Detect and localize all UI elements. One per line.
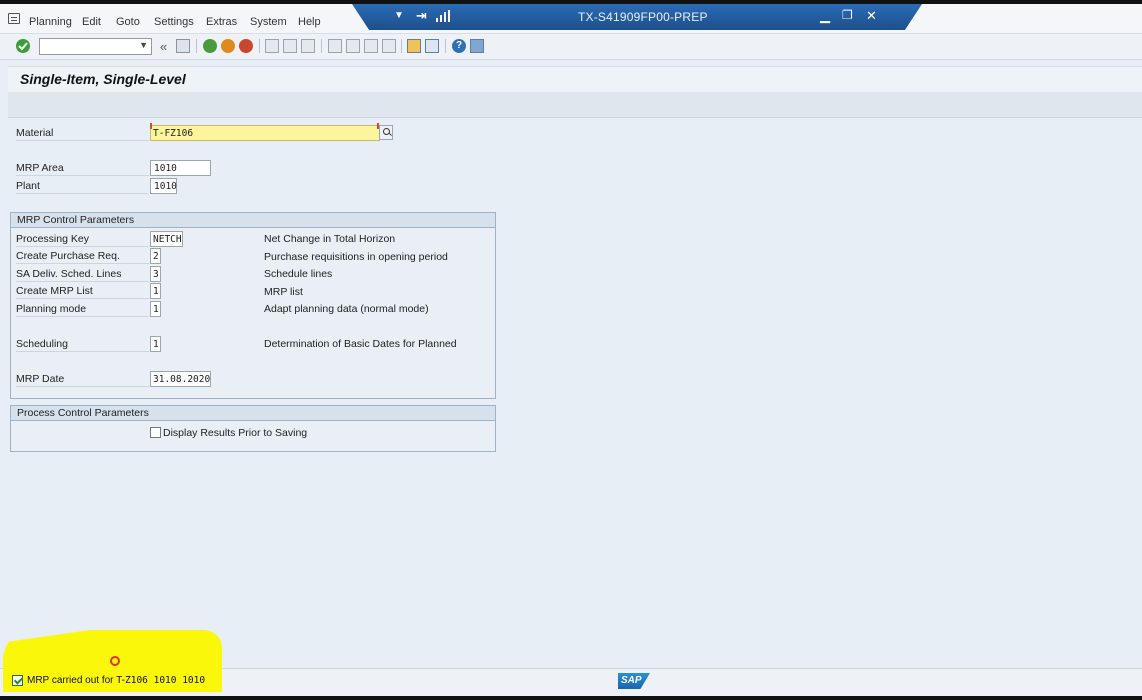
cancel-icon[interactable] (239, 39, 253, 53)
application-toolbar (8, 92, 1142, 118)
next-page-icon[interactable] (364, 39, 378, 53)
processing-key-label: Processing Key (16, 231, 149, 247)
collapse-icon[interactable]: « (160, 39, 167, 54)
planning-mode-input[interactable]: 1 (150, 301, 161, 317)
menu-edit[interactable]: Edit (82, 16, 101, 28)
create-purchase-req-input[interactable]: 2 (150, 248, 161, 264)
menu-goto[interactable]: Goto (116, 16, 140, 28)
menu-planning[interactable]: Planning (29, 16, 72, 28)
cursor-indicator (110, 656, 120, 666)
print-icon[interactable] (265, 39, 279, 53)
sa-deliv-sched-lines-description: Schedule lines (264, 268, 333, 280)
layout-menu-icon[interactable] (470, 39, 484, 53)
mrp-area-input[interactable]: 1010 (150, 160, 211, 176)
help-icon[interactable]: ? (452, 39, 466, 53)
status-message-prefix: MRP carried out for T- (27, 675, 125, 686)
processing-key-description: Net Change in Total Horizon (264, 233, 396, 245)
display-results-checkbox[interactable] (150, 427, 161, 438)
required-marker (150, 123, 152, 129)
exit-icon[interactable] (221, 39, 235, 53)
material-label: Material (16, 125, 149, 141)
restore-icon[interactable]: ❐ (842, 8, 853, 22)
scheduling-description: Determination of Basic Dates for Planned (264, 338, 457, 350)
display-results-label: Display Results Prior to Saving (163, 427, 308, 439)
find-icon[interactable] (283, 39, 297, 53)
create-mrp-list-label: Create MRP List (16, 283, 149, 299)
chevron-down-icon[interactable]: ▼ (139, 40, 148, 50)
page-title: Single-Item, Single-Level (20, 71, 186, 87)
shortcut-icon[interactable] (425, 39, 439, 53)
scheduling-input[interactable]: 1 (150, 336, 161, 352)
find-next-icon[interactable] (301, 39, 315, 53)
page-header: Single-Item, Single-Level (8, 66, 1142, 92)
new-session-icon[interactable] (407, 39, 421, 53)
menu-extras[interactable]: Extras (206, 16, 237, 28)
sa-deliv-sched-lines-input[interactable]: 3 (150, 266, 161, 282)
enter-icon[interactable] (16, 39, 30, 53)
planning-mode-label: Planning mode (16, 301, 149, 317)
material-input[interactable]: T-FZ106 (150, 125, 380, 141)
plant-input[interactable]: 1010 (150, 178, 177, 194)
menu-system[interactable]: System (250, 16, 287, 28)
back-icon[interactable] (203, 39, 217, 53)
processing-key-input[interactable]: NETCH (150, 231, 183, 247)
success-icon (12, 675, 23, 686)
menu-settings[interactable]: Settings (154, 16, 194, 28)
mrp-control-heading: MRP Control Parameters (11, 213, 495, 228)
minimize-icon[interactable]: ▁ (820, 8, 830, 24)
window-title-bar: ▼ ⇥ TX-S41909FP00-PREP ▁ ❐ ✕ (352, 4, 922, 30)
pin-icon[interactable]: ⇥ (416, 8, 427, 24)
mrp-date-label: MRP Date (16, 371, 149, 387)
window-title: TX-S41909FP00-PREP (578, 10, 708, 24)
last-page-icon[interactable] (382, 39, 396, 53)
command-field[interactable]: ▼ (39, 38, 152, 55)
search-help-icon[interactable] (379, 125, 393, 140)
menu-help[interactable]: Help (298, 16, 321, 28)
previous-page-icon[interactable] (346, 39, 360, 53)
save-icon[interactable] (176, 39, 190, 53)
dropdown-arrow-icon[interactable]: ▼ (394, 10, 404, 21)
status-message[interactable]: MRP carried out for T-Z106 1010 1010 (27, 675, 205, 686)
sa-deliv-sched-lines-label: SA Deliv. Sched. Lines (16, 266, 149, 282)
mrp-date-input[interactable]: 31.08.2020 (150, 371, 211, 387)
create-purchase-req-label: Create Purchase Req. (16, 248, 149, 264)
plant-label: Plant (16, 178, 149, 194)
status-message-values: Z106 1010 1010 (125, 675, 206, 686)
standard-toolbar: ▼ « ? (0, 34, 1142, 60)
scheduling-label: Scheduling (16, 336, 149, 352)
create-mrp-list-input[interactable]: 1 (150, 283, 161, 299)
create-mrp-list-description: MRP list (264, 286, 303, 298)
close-icon[interactable]: ✕ (866, 8, 877, 24)
process-control-heading: Process Control Parameters (11, 406, 495, 421)
mrp-area-label: MRP Area (16, 160, 149, 176)
first-page-icon[interactable] (328, 39, 342, 53)
menu-icon[interactable] (8, 13, 20, 24)
planning-mode-description: Adapt planning data (normal mode) (264, 303, 429, 315)
window-frame-bottom (0, 696, 1142, 700)
signal-icon (436, 10, 450, 22)
create-purchase-req-description: Purchase requisitions in opening period (264, 251, 448, 263)
